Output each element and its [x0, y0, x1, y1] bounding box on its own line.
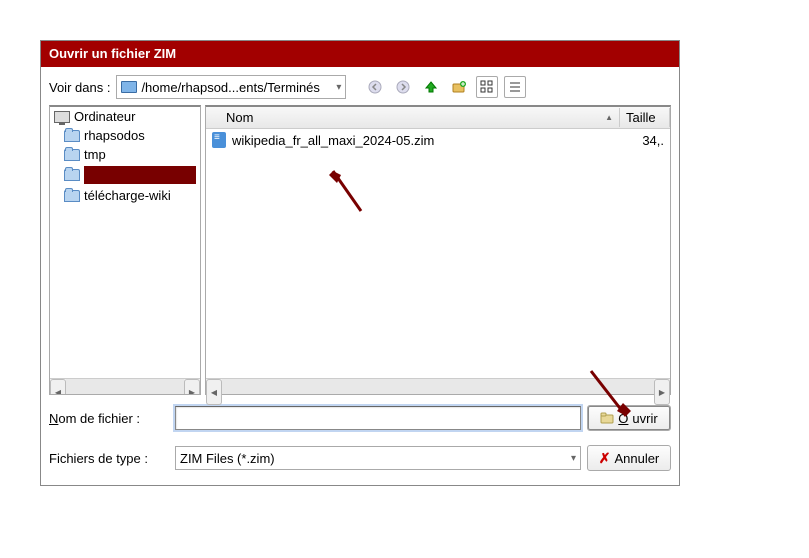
file-name: wikipedia_fr_all_maxi_2024-05.zim [232, 133, 618, 148]
open-label-u: O [618, 411, 628, 426]
nav-back-button[interactable] [364, 76, 386, 98]
nav-up-button[interactable] [420, 76, 442, 98]
place-tmp[interactable]: tmp [50, 145, 200, 164]
cancel-button[interactable]: ✗ Annuler [587, 445, 671, 471]
file-list[interactable]: wikipedia_fr_all_maxi_2024-05.zim 34,. [206, 129, 670, 378]
close-icon: ✗ [599, 450, 611, 467]
filename-label: Nom de fichier : [49, 411, 169, 426]
scroll-left-icon[interactable]: ◀ [50, 379, 66, 395]
file-size: 34,. [624, 133, 664, 148]
place-computer[interactable]: Ordinateur [50, 107, 200, 126]
place-rhapsodos[interactable]: rhapsodos [50, 126, 200, 145]
file-row[interactable]: wikipedia_fr_all_maxi_2024-05.zim 34,. [206, 129, 670, 151]
chevron-down-icon: ▾ [571, 453, 576, 464]
place-label: rhapsodos [84, 128, 145, 143]
folder-icon [64, 149, 80, 161]
folder-icon [64, 169, 80, 181]
place-redacted[interactable] [50, 164, 200, 186]
column-headers: Nom ▲ Taille [206, 107, 670, 129]
place-label: tmp [84, 147, 106, 162]
computer-icon [54, 111, 70, 123]
filename-input[interactable] [175, 406, 581, 430]
view-list-button[interactable] [476, 76, 498, 98]
new-folder-button[interactable] [448, 76, 470, 98]
filetype-label: Fichiers de type : [49, 451, 169, 466]
column-size[interactable]: Taille [620, 108, 670, 127]
folder-icon [64, 130, 80, 142]
path-text: /home/rhapsod...ents/Terminés [141, 80, 332, 95]
folder-icon [600, 412, 614, 424]
view-details-button[interactable] [504, 76, 526, 98]
path-dropdown[interactable]: /home/rhapsod...ents/Terminés ▾ [116, 75, 346, 99]
file-icon [212, 132, 226, 148]
places-panel: Ordinateur rhapsodos tmp télécharge-wiki [49, 105, 201, 395]
places-hscroll[interactable]: ◀ ▶ [50, 378, 200, 394]
folder-icon [64, 190, 80, 202]
cancel-label: Annuler [614, 451, 659, 466]
open-label-rest: uvrir [632, 411, 657, 426]
column-name[interactable]: Nom ▲ [206, 108, 620, 127]
place-telecharge[interactable]: télécharge-wiki [50, 186, 200, 205]
sort-asc-icon: ▲ [605, 113, 613, 122]
look-in-label: Voir dans : [49, 80, 110, 95]
open-button[interactable]: Ouvrir [587, 405, 671, 431]
scroll-right-icon[interactable]: ▶ [654, 379, 670, 405]
filetype-text: ZIM Files (*.zim) [180, 451, 567, 466]
filetype-dropdown[interactable]: ZIM Files (*.zim) ▾ [175, 446, 581, 470]
chevron-down-icon: ▾ [336, 82, 341, 93]
file-list-panel: Nom ▲ Taille wikipedia_fr_all_maxi_2024-… [205, 105, 671, 395]
title-bar: Ouvrir un fichier ZIM [41, 41, 679, 67]
files-hscroll[interactable]: ◀ ▶ [206, 378, 670, 394]
place-label: Ordinateur [74, 109, 135, 124]
place-label: télécharge-wiki [84, 188, 171, 203]
nav-forward-button[interactable] [392, 76, 414, 98]
redacted-label [84, 166, 196, 184]
window-title: Ouvrir un fichier ZIM [49, 46, 176, 61]
folder-open-icon [121, 81, 137, 93]
file-open-dialog: Ouvrir un fichier ZIM Voir dans : /home/… [40, 40, 680, 486]
scroll-right-icon[interactable]: ▶ [184, 379, 200, 395]
scroll-left-icon[interactable]: ◀ [206, 379, 222, 405]
